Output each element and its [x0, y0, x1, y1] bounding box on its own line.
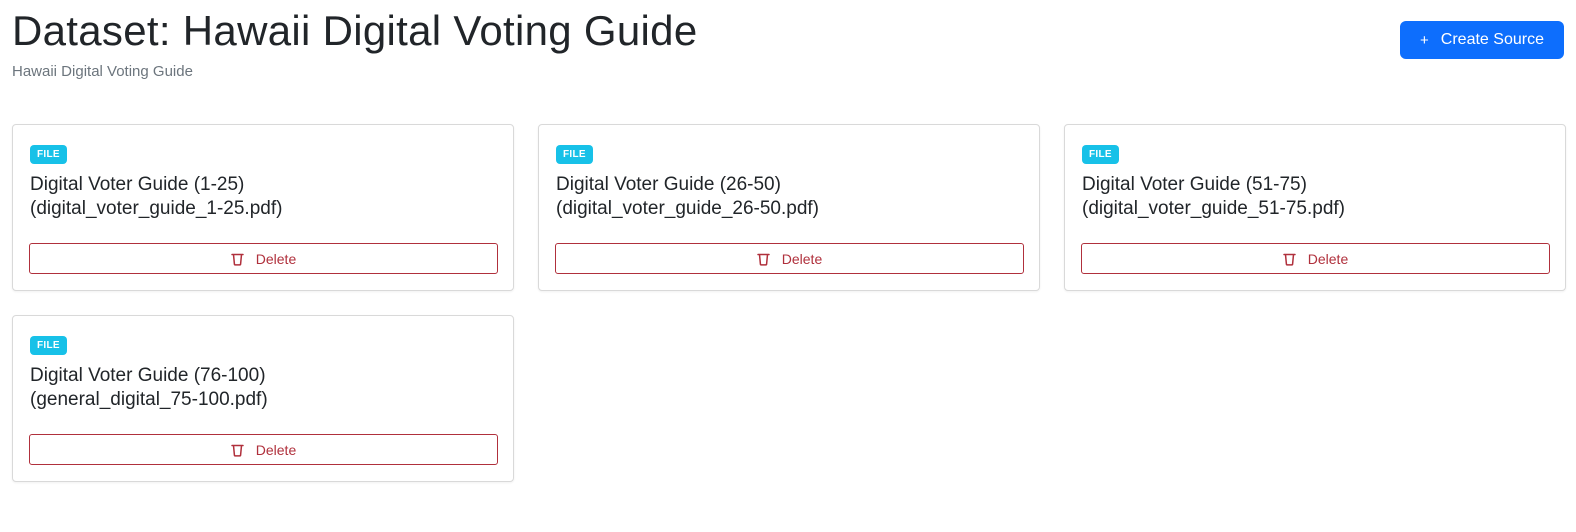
trash-icon [1283, 252, 1296, 266]
source-card: FILE Digital Voter Guide (26-50) (digita… [538, 124, 1040, 291]
delete-label: Delete [255, 441, 297, 458]
trash-icon [231, 252, 244, 266]
delete-label: Delete [1307, 250, 1349, 267]
source-title-name: Digital Voter Guide (51-75) [1082, 174, 1307, 195]
source-title-name: Digital Voter Guide (1-25) [30, 174, 245, 195]
source-title: Digital Voter Guide (1-25) (digital_vote… [30, 173, 499, 221]
source-title-name: Digital Voter Guide (76-100) [30, 365, 266, 386]
source-title-filename: (general_digital_75-100.pdf) [30, 389, 268, 410]
source-type-badge: FILE [556, 145, 593, 164]
source-title-filename: (digital_voter_guide_1-25.pdf) [30, 198, 283, 219]
delete-button[interactable]: Delete [1081, 243, 1550, 274]
source-card: FILE Digital Voter Guide (51-75) (digita… [1064, 124, 1566, 291]
delete-label: Delete [255, 250, 297, 267]
source-type-badge: FILE [30, 336, 67, 355]
delete-label: Delete [781, 250, 823, 267]
source-title: Digital Voter Guide (51-75) (digital_vot… [1082, 173, 1551, 221]
delete-button[interactable]: Delete [29, 243, 498, 274]
source-title-filename: (digital_voter_guide_26-50.pdf) [556, 198, 820, 219]
create-source-button[interactable]: + Create Source [1400, 21, 1564, 59]
source-card: FILE Digital Voter Guide (76-100) (gener… [12, 315, 514, 482]
page-header: Dataset: Hawaii Digital Voting Guide Haw… [12, 0, 698, 80]
page-subtitle: Hawaii Digital Voting Guide [12, 63, 193, 80]
page-title: Dataset: Hawaii Digital Voting Guide [12, 7, 698, 54]
delete-button[interactable]: Delete [555, 243, 1024, 274]
trash-icon [231, 443, 244, 457]
source-type-badge: FILE [30, 145, 67, 164]
source-title: Digital Voter Guide (76-100) (general_di… [30, 364, 499, 412]
source-title: Digital Voter Guide (26-50) (digital_vot… [556, 173, 1025, 221]
trash-icon [757, 252, 770, 266]
dataset-page: Dataset: Hawaii Digital Voting Guide Haw… [0, 0, 1576, 532]
source-type-badge: FILE [1082, 145, 1119, 164]
source-title-name: Digital Voter Guide (26-50) [556, 174, 781, 195]
create-source-label: Create Source [1440, 31, 1544, 48]
source-card: FILE Digital Voter Guide (1-25) (digital… [12, 124, 514, 291]
plus-icon: + [1420, 31, 1429, 49]
source-title-filename: (digital_voter_guide_51-75.pdf) [1082, 198, 1346, 219]
delete-button[interactable]: Delete [29, 434, 498, 465]
